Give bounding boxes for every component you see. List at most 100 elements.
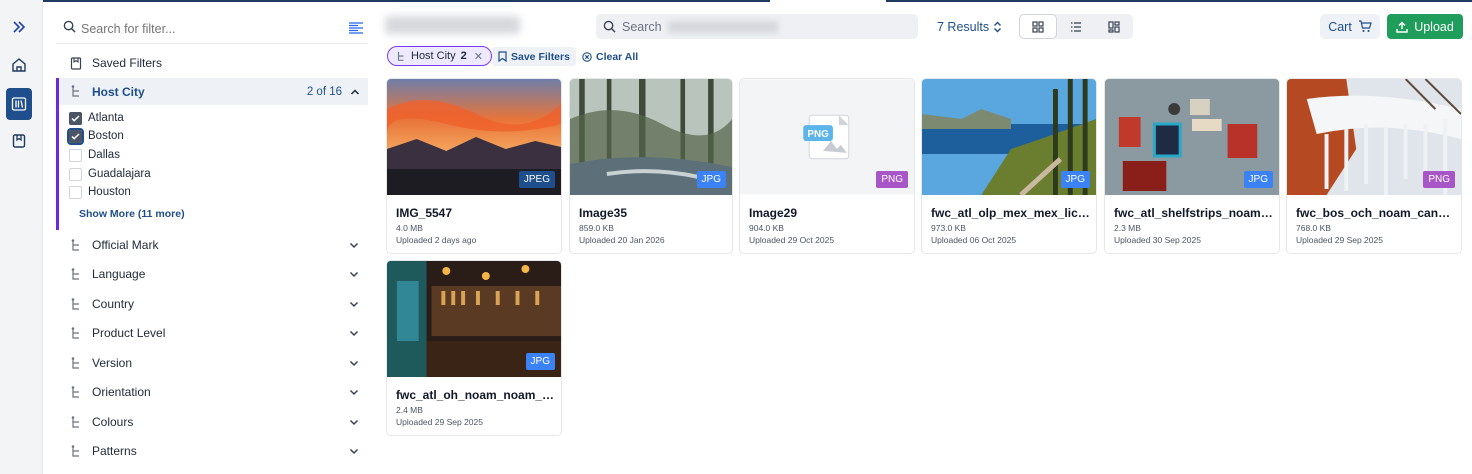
- filter-group-row[interactable]: Patterns: [56, 437, 368, 465]
- filter-group-label: Language: [92, 267, 146, 281]
- filter-group-row[interactable]: Language: [56, 260, 368, 288]
- search-icon: [603, 20, 616, 33]
- asset-name: fwc_atl_shelfstrips_noam_...: [1114, 206, 1274, 220]
- asset-upload-date: Uploaded 06 Oct 2025: [931, 235, 1017, 245]
- checkbox[interactable]: [69, 185, 82, 199]
- filter-tree-icon: [70, 444, 84, 458]
- asset-card[interactable]: PNG PNG Image29 904.0 KB Uploaded 29 Oct 202…: [739, 78, 915, 254]
- view-toggle: [1019, 14, 1133, 39]
- filter-search-input[interactable]: [81, 19, 331, 39]
- top-accent-line: [0, 0, 1472, 2]
- checkbox-checked[interactable]: [67, 127, 84, 145]
- list-view-icon[interactable]: [1057, 14, 1095, 39]
- asset-upload-date: Uploaded 30 Sep 2025: [1114, 235, 1201, 245]
- chevron-down-icon: [349, 387, 359, 397]
- asset-card[interactable]: JPG Image35 859.0 KB Uploaded 20 Jan 2026: [569, 78, 733, 254]
- show-more-link[interactable]: Show More (11 more): [79, 208, 185, 220]
- chevron-down-icon: [349, 240, 359, 250]
- filter-group-label: Patterns: [92, 444, 137, 458]
- chevron-down-icon: [349, 269, 359, 279]
- option-guadalajara[interactable]: Guadalajara: [69, 165, 151, 183]
- asset-card[interactable]: PNG fwc_bos_och_noam_can_li... 768.0 KB Upl…: [1286, 78, 1462, 254]
- clear-all-button[interactable]: Clear All: [582, 47, 638, 66]
- host-city-filter: Host City 2 of 16 Atlanta Boston Dallas …: [56, 78, 368, 230]
- grid-view-icon[interactable]: [1019, 14, 1057, 39]
- active-filter-chip[interactable]: Host City 2 ✕: [387, 46, 492, 66]
- filter-group-row[interactable]: Product Level: [56, 319, 368, 347]
- upload-button[interactable]: Upload: [1387, 14, 1463, 39]
- checkbox-checked[interactable]: [69, 111, 82, 125]
- chevron-up-icon: [350, 87, 360, 97]
- saved-filters-row[interactable]: Saved Filters: [56, 49, 368, 77]
- option-boston[interactable]: Boston: [67, 127, 124, 145]
- filter-group-label: Product Level: [92, 326, 166, 340]
- asset-search[interactable]: Search: [596, 14, 918, 39]
- bookmark-icon: [498, 51, 507, 62]
- asset-card[interactable]: JPG fwc_atl_olp_mex_mex_licpr... 973.0 KB U…: [921, 78, 1097, 254]
- masonry-view-icon[interactable]: [1095, 14, 1133, 39]
- asset-size: 973.0 KB: [931, 223, 966, 233]
- asset-name: fwc_bos_och_noam_can_li...: [1296, 206, 1456, 220]
- asset-size: 768.0 KB: [1296, 223, 1331, 233]
- option-label: Dallas: [88, 149, 120, 161]
- asset-upload-date: Uploaded 29 Oct 2025: [749, 235, 835, 245]
- asset-size: 2.3 MB: [1114, 223, 1141, 233]
- option-label: Atlanta: [88, 112, 124, 124]
- search-icon: [63, 20, 76, 38]
- filter-group-row[interactable]: Official Mark: [56, 231, 368, 259]
- cart-icon: [1358, 20, 1372, 32]
- library-icon[interactable]: [6, 88, 32, 120]
- filter-tree-icon: [70, 356, 84, 370]
- save-filters-button[interactable]: Save Filters: [492, 47, 576, 66]
- asset-card[interactable]: JPEG IMG_5547 4.0 MB Uploaded 2 days ago: [386, 78, 562, 254]
- filter-group-label: Official Mark: [92, 238, 159, 252]
- file-type-badge: JPEG: [518, 171, 555, 188]
- expand-icon[interactable]: [6, 14, 32, 40]
- asset-search-placeholder: Search: [622, 19, 662, 34]
- host-city-header[interactable]: Host City 2 of 16: [59, 78, 368, 105]
- asset-card[interactable]: JPG fwc_atl_oh_noam_noam_li... 2.4 MB Uploa…: [386, 260, 562, 436]
- asset-card[interactable]: JPG fwc_atl_shelfstrips_noam_... 2.3 MB Upl…: [1104, 78, 1280, 254]
- checkbox[interactable]: [69, 167, 82, 181]
- filter-group-label: Orientation: [92, 385, 151, 399]
- checkbox[interactable]: [69, 148, 82, 162]
- host-city-label: Host City: [92, 84, 145, 99]
- filter-search: [56, 14, 368, 44]
- option-label: Boston: [88, 130, 124, 142]
- asset-size: 859.0 KB: [579, 223, 614, 233]
- asset-name: IMG_5547: [396, 206, 453, 220]
- saved-icon[interactable]: [6, 128, 32, 154]
- filter-tree-icon: [70, 85, 84, 98]
- sort-icon: [994, 21, 1002, 33]
- home-icon[interactable]: [6, 52, 32, 78]
- cart-button[interactable]: Cart: [1320, 14, 1380, 39]
- asset-name: fwc_atl_olp_mex_mex_licpr...: [931, 206, 1091, 220]
- filter-group-row[interactable]: Version: [56, 349, 368, 377]
- remove-chip-icon[interactable]: ✕: [474, 50, 483, 63]
- filter-group-row[interactable]: Orientation: [56, 378, 368, 406]
- chevron-down-icon: [349, 328, 359, 338]
- option-dallas[interactable]: Dallas: [69, 146, 120, 164]
- upload-label: Upload: [1414, 19, 1454, 34]
- filter-panel: Saved Filters Host City 2 of 16 Atlanta …: [56, 8, 368, 474]
- upload-icon: [1396, 21, 1408, 33]
- asset-upload-date: Uploaded 20 Jan 2026: [579, 235, 665, 245]
- file-type-badge: PNG: [1423, 171, 1455, 188]
- filter-tree-icon: [70, 238, 84, 252]
- asset-name: Image35: [579, 206, 628, 220]
- chip-count: 2: [460, 50, 467, 62]
- asset-upload-date: Uploaded 29 Sep 2025: [396, 417, 483, 427]
- results-count: 7 Results: [937, 20, 990, 34]
- search-query-redacted: [667, 20, 778, 33]
- filter-list-icon[interactable]: [348, 21, 364, 40]
- filter-group-row[interactable]: Country: [56, 290, 368, 318]
- option-atlanta[interactable]: Atlanta: [69, 109, 124, 127]
- option-label: Guadalajara: [88, 168, 151, 180]
- results-sort[interactable]: 7 Results: [937, 20, 1002, 34]
- asset-size: 4.0 MB: [396, 223, 423, 233]
- page-title-redacted: [385, 16, 520, 34]
- option-houston[interactable]: Houston: [69, 183, 131, 201]
- filter-group-row[interactable]: Colours: [56, 408, 368, 436]
- bookmark-icon: [70, 56, 84, 70]
- save-filters-label: Save Filters: [511, 50, 570, 63]
